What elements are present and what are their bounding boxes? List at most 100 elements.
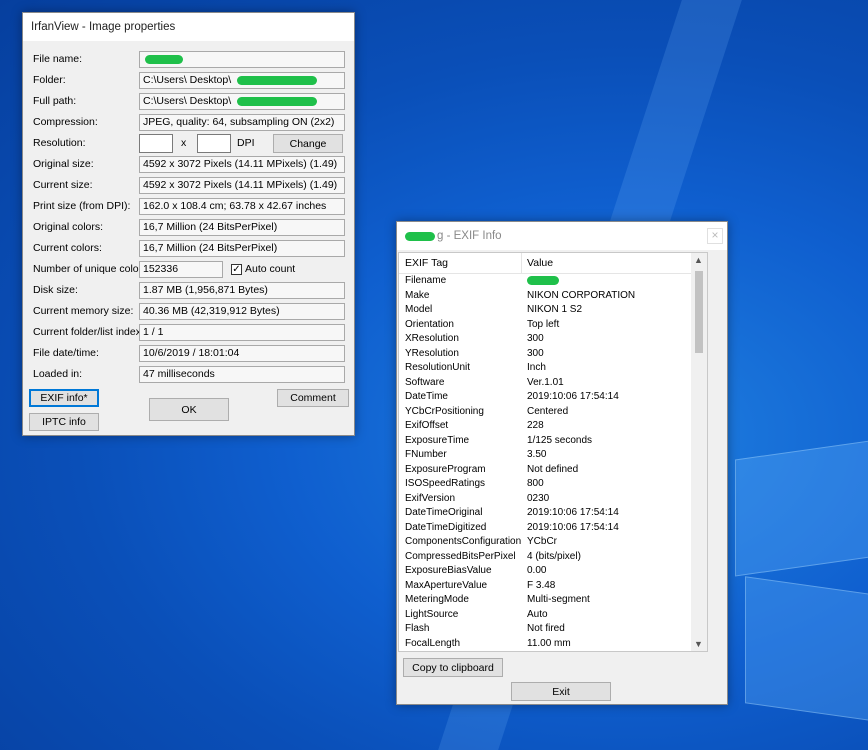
exif-row[interactable]: ExifVersion 0230 — [399, 492, 707, 507]
ok-button[interactable]: OK — [149, 398, 229, 421]
exif-row[interactable]: FNumber 3.50 — [399, 448, 707, 463]
exif-row[interactable]: XResolution 300 — [399, 332, 707, 347]
exif-row[interactable]: ExposureBiasValue 0.00 — [399, 564, 707, 579]
exif-row[interactable]: MaxApertureValue F 3.48 — [399, 579, 707, 594]
exif-rows: Filename Make NIKON CORPORATION Model NIKON … — [399, 274, 707, 651]
exif-tag: ExposureBiasValue — [405, 565, 492, 576]
exif-tag: ExifVersion — [405, 492, 456, 504]
field-value-text: 40.36 MB (42,319,912 Bytes) — [143, 305, 280, 317]
exif-tag: YResolution — [405, 347, 459, 359]
field-label: Current size: — [33, 179, 93, 191]
exif-row[interactable]: MeteringMode Multi-segment — [399, 593, 707, 608]
exif-row[interactable]: Software Ver.1.01 — [399, 376, 707, 391]
resolution-x-input[interactable] — [139, 134, 173, 153]
exif-tag: DateTimeDigitized — [405, 521, 487, 533]
col-header-value[interactable]: Value — [527, 257, 553, 269]
exif-tag: ResolutionUnit — [405, 362, 471, 373]
iptc-info-button[interactable]: IPTC info — [29, 413, 99, 431]
field-value-text: C:\Users\ Desktop\ — [143, 95, 232, 107]
exif-list[interactable]: EXIF Tag Value Filename Make NIKON CORPORA… — [398, 252, 708, 652]
exif-row[interactable]: LightSource Auto — [399, 608, 707, 623]
exif-tag: ISOSpeedRatings — [405, 478, 486, 489]
field-label: File name: — [33, 53, 83, 65]
exif-row[interactable]: YCbCrPositioning Centered — [399, 405, 707, 420]
field-value: JPEG, quality: 64, subsampling ON (2x2) — [139, 114, 345, 131]
exif-row[interactable]: Model NIKON 1 S2 — [399, 303, 707, 318]
field-label: Current folder/list index: — [33, 326, 144, 338]
exif-window-title: g - EXIF Info — [437, 230, 502, 242]
field-label: Number of unique colors: — [33, 263, 151, 275]
exif-value: 11.00 mm — [527, 637, 571, 649]
scroll-down-icon[interactable]: ▼ — [694, 639, 703, 649]
copy-to-clipboard-button[interactable]: Copy to clipboard — [403, 658, 503, 677]
close-icon[interactable]: × — [707, 228, 723, 244]
exif-row[interactable]: ResolutionUnit Inch — [399, 361, 707, 376]
exif-value: 0.00 — [527, 565, 547, 576]
field-value: 16,7 Million (24 BitsPerPixel) — [139, 219, 345, 236]
field-value-text: 162.0 x 108.4 cm; 63.78 x 42.67 inches — [143, 200, 327, 212]
field-value: 16,7 Million (24 BitsPerPixel) — [139, 240, 345, 257]
change-button[interactable]: Change — [273, 134, 343, 153]
exif-tag: ExposureProgram — [405, 463, 486, 475]
field-label: Loaded in: — [33, 368, 83, 380]
field-value: 40.36 MB (42,319,912 Bytes) — [139, 303, 345, 320]
exif-info-button[interactable]: EXIF info* — [29, 389, 99, 407]
comment-button[interactable]: Comment — [277, 389, 349, 407]
field-value-text: 1.87 MB (1,956,871 Bytes) — [143, 284, 268, 296]
exif-value: 2019:10:06 17:54:14 — [527, 507, 619, 518]
field-value-text: 16,7 Million (24 BitsPerPixel) — [143, 242, 278, 254]
exif-row[interactable]: Filename — [399, 274, 707, 289]
field-label: Original colors: — [33, 221, 104, 233]
auto-count-checkbox[interactable]: ✓ — [231, 264, 242, 275]
field-label: Resolution: — [33, 137, 86, 149]
exit-button[interactable]: Exit — [511, 682, 611, 701]
field-value — [139, 51, 345, 68]
resolution-y-input[interactable] — [197, 134, 231, 153]
exif-tag: Orientation — [405, 318, 454, 330]
field-value: C:\Users\ Desktop\ — [139, 93, 345, 110]
field-label: Folder: — [33, 74, 66, 86]
exif-tag: DateTime — [405, 391, 448, 402]
exif-value: 4 (bits/pixel) — [527, 550, 581, 562]
exif-row[interactable]: ExposureProgram Not defined — [399, 463, 707, 478]
auto-count-label[interactable]: Auto count — [245, 263, 295, 275]
field-value-text: JPEG, quality: 64, subsampling ON (2x2) — [143, 116, 335, 128]
field-value-text: 4592 x 3072 Pixels (14.11 MPixels) (1.49… — [143, 158, 338, 170]
field-value-text: 16,7 Million (24 BitsPerPixel) — [143, 221, 278, 233]
exif-row[interactable]: CompressedBitsPerPixel 4 (bits/pixel) — [399, 550, 707, 565]
exif-row[interactable]: ComponentsConfiguration YCbCr — [399, 535, 707, 550]
exif-value: 800 — [527, 478, 544, 489]
exif-row[interactable]: FocalLength 11.00 mm — [399, 637, 707, 652]
exif-row[interactable]: ExifOffset 228 — [399, 419, 707, 434]
image-properties-titlebar[interactable]: IrfanView - Image properties — [23, 13, 354, 41]
exif-row[interactable]: Orientation Top left — [399, 318, 707, 333]
exif-row[interactable]: Flash Not fired — [399, 622, 707, 637]
exif-row[interactable]: DateTimeDigitized 2019:10:06 17:54:14 — [399, 521, 707, 536]
exif-value: YCbCr — [527, 536, 558, 547]
exif-scrollbar[interactable]: ▲ ▼ — [691, 253, 707, 651]
exif-value: 2019:10:06 17:54:14 — [527, 521, 619, 533]
exif-tag: Make — [405, 289, 430, 301]
exif-row[interactable]: DateTime 2019:10:06 17:54:14 — [399, 390, 707, 405]
exif-row[interactable]: DateTimeOriginal 2019:10:06 17:54:14 — [399, 506, 707, 521]
exif-row[interactable]: ExposureTime 1/125 seconds — [399, 434, 707, 449]
scroll-thumb[interactable] — [695, 271, 703, 353]
exif-tag: XResolution — [405, 333, 459, 344]
field-label: File date/time: — [33, 347, 99, 359]
window-title: IrfanView - Image properties — [31, 21, 176, 33]
field-value: 47 milliseconds — [139, 366, 345, 383]
exif-row[interactable]: ISOSpeedRatings 800 — [399, 477, 707, 492]
exif-row[interactable]: Make NIKON CORPORATION — [399, 289, 707, 304]
scroll-up-icon[interactable]: ▲ — [694, 255, 703, 265]
exif-list-header: EXIF Tag Value — [399, 253, 707, 274]
field-label: Current colors: — [33, 242, 102, 254]
col-header-tag[interactable]: EXIF Tag — [405, 257, 448, 269]
exif-row[interactable]: YResolution 300 — [399, 347, 707, 362]
exif-tag: ExifOffset — [405, 420, 449, 431]
field-value: 4592 x 3072 Pixels (14.11 MPixels) (1.49… — [139, 177, 345, 194]
exif-tag: Software — [405, 376, 445, 388]
exif-tag: FNumber — [405, 449, 447, 460]
exif-value: NIKON 1 S2 — [527, 304, 583, 315]
field-value: 1 / 1 — [139, 324, 345, 341]
exif-titlebar[interactable]: g - EXIF Info × — [397, 222, 727, 250]
